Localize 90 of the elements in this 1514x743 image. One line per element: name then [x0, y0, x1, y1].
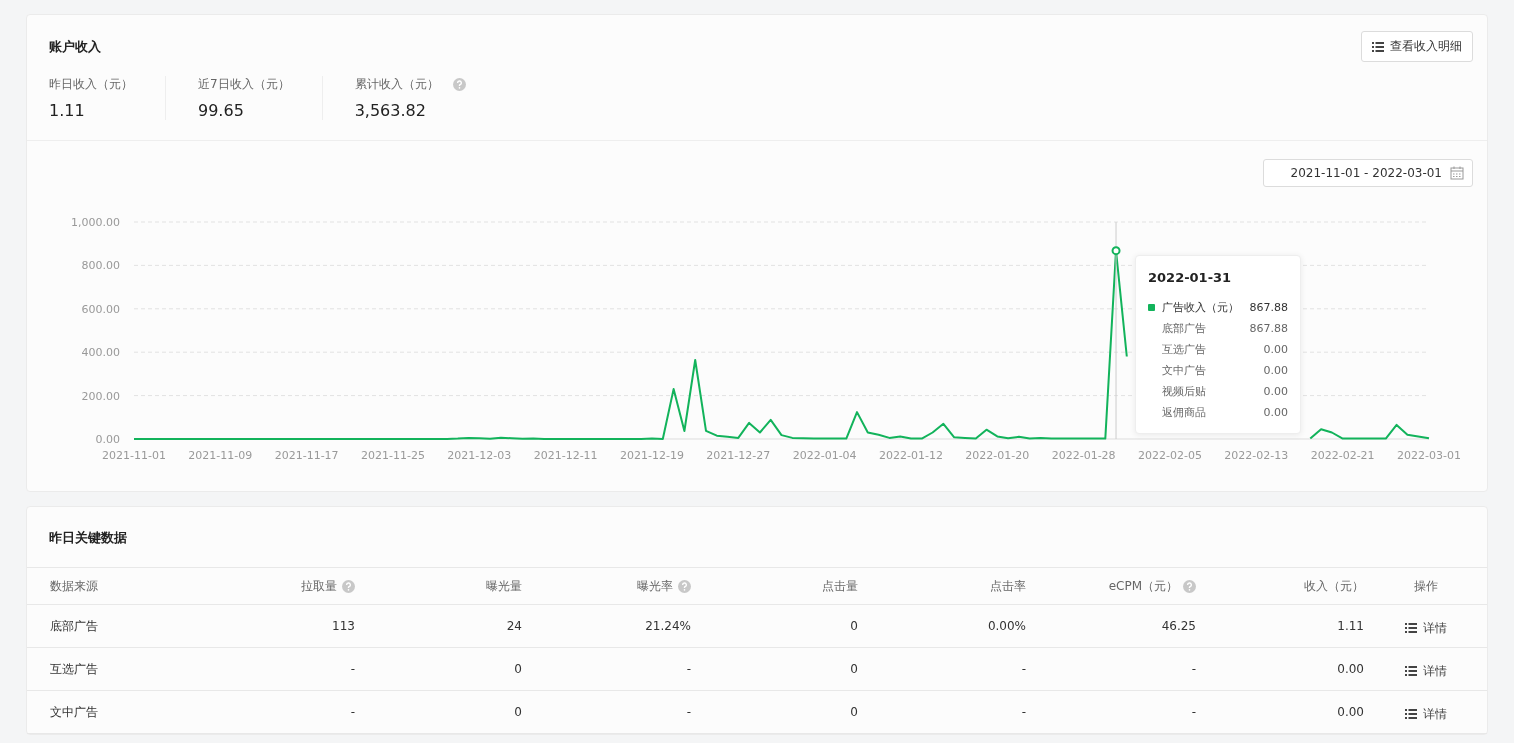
table-cell: 底部广告 [50, 617, 98, 635]
table-cell: 0 [514, 705, 522, 719]
date-range-field[interactable]: 2021-11-01 - 2022-03-01 [1262, 159, 1473, 187]
table-cell: 113 [332, 619, 355, 633]
x-axis-label: 2022-02-13 [1224, 449, 1289, 462]
help-icon[interactable] [678, 579, 691, 593]
calendar-icon [1450, 166, 1464, 180]
x-axis-label: 2022-01-04 [792, 449, 857, 462]
x-axis-label: 2022-01-28 [1051, 449, 1116, 462]
stat-value: 99.65 [198, 101, 245, 120]
table-cell: 文中广告 [50, 703, 98, 721]
x-axis-label: 2021-11-17 [274, 449, 339, 462]
y-axis-label: 800.00 [81, 259, 120, 273]
tooltip-label: 广告收入（元） [1162, 300, 1240, 315]
column-header: eCPM（元） [1108, 577, 1178, 595]
details-link[interactable]: 详情 [1404, 662, 1447, 680]
list-icon [1404, 623, 1417, 633]
tooltip-value: 0.00 [1263, 343, 1288, 356]
x-axis-label: 2021-12-11 [533, 449, 598, 462]
y-axis-label: 400.00 [81, 346, 120, 360]
table-cell: - [1021, 705, 1026, 719]
card-title: 账户收入 [49, 37, 101, 56]
details-link[interactable]: 详情 [1404, 705, 1447, 723]
table-cell: 21.24% [645, 619, 691, 633]
table-cell: - [686, 662, 691, 676]
tooltip-value: 867.88 [1249, 301, 1288, 314]
column-header: 曝光率 [637, 577, 673, 595]
column-header: 操作 [1413, 577, 1438, 595]
x-axis-label: 2021-11-01 [102, 449, 166, 462]
table-cell: 46.25 [1161, 619, 1196, 633]
column-header: 拉取量 [301, 577, 337, 595]
list-icon [1404, 709, 1417, 719]
column-header: 曝光量 [486, 577, 522, 595]
details-link[interactable]: 详情 [1404, 619, 1447, 637]
tooltip-label: 视频后贴 [1162, 384, 1207, 399]
tooltip-label: 底部广告 [1162, 321, 1207, 336]
table-cell: - [1021, 662, 1026, 676]
stat-value: 3,563.82 [354, 101, 427, 120]
x-axis-label: 2021-12-03 [447, 449, 512, 462]
table-cell: 0.00% [987, 619, 1026, 633]
tooltip-label: 互选广告 [1162, 342, 1207, 357]
x-axis-label: 2021-12-27 [706, 449, 771, 462]
tooltip-date: 2022-01-31 [1148, 270, 1233, 285]
table-cell: - [1191, 705, 1196, 719]
income-detail-button[interactable]: 查看收入明细 [1361, 31, 1473, 62]
table-cell: 0 [850, 705, 858, 719]
table-cell: 0.00 [1337, 705, 1364, 719]
x-axis-label: 2021-11-25 [361, 449, 425, 462]
table-cell: - [1191, 662, 1196, 676]
table-cell: 互选广告 [50, 660, 98, 678]
y-axis-label: 600.00 [81, 302, 120, 316]
card-title: 昨日关键数据 [49, 530, 127, 545]
x-axis-label: 2021-12-19 [620, 449, 684, 462]
stat-label: 近7日收入（元） [198, 76, 290, 93]
column-header: 点击率 [990, 577, 1026, 595]
help-icon[interactable] [1183, 579, 1196, 593]
y-axis-label: 1,000.00 [71, 216, 120, 229]
list-icon [1372, 41, 1384, 52]
table-cell: 24 [506, 619, 522, 633]
x-axis-label: 2022-03-01 [1397, 449, 1461, 462]
table-cell: - [686, 705, 691, 719]
table-cell: 0.00 [1337, 662, 1364, 676]
table-cell: 0 [514, 662, 522, 676]
x-axis-label: 2022-02-05 [1138, 449, 1202, 462]
stat-label: 昨日收入（元） [49, 76, 133, 93]
y-axis-label: 0.00 [95, 433, 120, 446]
help-icon[interactable] [342, 579, 355, 593]
help-icon[interactable] [452, 78, 466, 91]
list-icon [1404, 666, 1417, 676]
x-axis-label: 2022-02-21 [1310, 449, 1375, 462]
column-header: 数据来源 [50, 577, 98, 595]
x-axis-label: 2022-01-20 [965, 449, 1030, 462]
table-cell: 0 [850, 619, 858, 633]
tooltip-value: 0.00 [1263, 406, 1288, 419]
y-axis-label: 200.00 [81, 389, 120, 403]
stat-label: 累计收入（元） [354, 76, 439, 93]
stat-value: 1.11 [49, 101, 86, 120]
table-cell: 1.11 [1337, 619, 1364, 633]
tooltip-value: 0.00 [1263, 385, 1288, 398]
x-axis-label: 2021-11-09 [188, 449, 253, 462]
tooltip-label: 返佣商品 [1162, 405, 1207, 420]
tooltip-label: 文中广告 [1162, 363, 1207, 378]
column-header: 收入（元） [1304, 577, 1364, 595]
tooltip-value: 0.00 [1263, 364, 1288, 377]
table-cell: - [350, 662, 355, 676]
column-header: 点击量 [822, 577, 858, 595]
tooltip-value: 867.88 [1249, 322, 1288, 335]
table-cell: 0 [850, 662, 858, 676]
x-axis-label: 2022-01-12 [879, 449, 943, 462]
table-cell: - [350, 705, 355, 719]
